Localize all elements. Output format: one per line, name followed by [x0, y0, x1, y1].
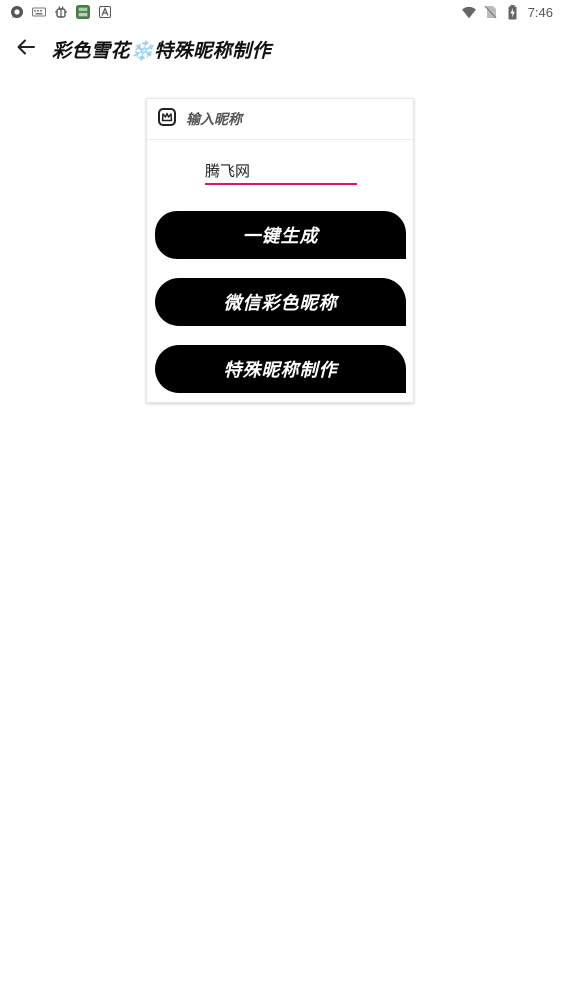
battery-charging-icon	[506, 4, 520, 19]
card-title: 输入昵称	[186, 112, 242, 128]
card-header: 输入昵称	[147, 99, 413, 140]
status-right-icons: 7:46	[461, 4, 553, 20]
chat-bubble-icon	[10, 5, 24, 19]
wifi-icon	[461, 5, 476, 19]
font-a-icon	[98, 5, 112, 19]
nickname-field	[205, 157, 357, 187]
bug-icon	[54, 5, 68, 19]
status-time: 7:46	[527, 4, 553, 20]
wechat-color-nickname-button[interactable]: 微信彩色昵称	[155, 278, 406, 326]
app-grid-icon	[76, 5, 90, 19]
nickname-input[interactable]	[205, 157, 357, 185]
app-bar: 彩色雪花❄️特殊昵称制作	[0, 28, 561, 70]
no-sim-icon	[484, 5, 498, 19]
status-left-icons	[10, 5, 112, 19]
keyboard-icon	[32, 5, 46, 19]
arrow-back-icon	[16, 37, 36, 61]
generate-button[interactable]: 一键生成	[155, 211, 406, 259]
page-title: 彩色雪花❄️特殊昵称制作	[52, 39, 272, 62]
crown-frame-icon	[158, 108, 176, 130]
special-nickname-button[interactable]: 特殊昵称制作	[155, 345, 406, 393]
status-bar: 7:46	[0, 0, 561, 24]
nickname-card: 输入昵称 一键生成 微信彩色昵称 特殊昵称制作	[146, 98, 414, 403]
back-button[interactable]	[0, 28, 52, 70]
